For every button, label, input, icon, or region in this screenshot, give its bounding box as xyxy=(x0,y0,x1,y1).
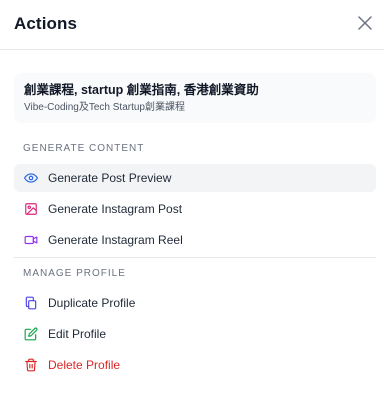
generate-instagram-reel-button[interactable]: Generate Instagram Reel xyxy=(14,226,376,254)
edit-icon xyxy=(24,327,38,341)
section-label-manage-profile: MANAGE PROFILE xyxy=(23,268,126,279)
eye-icon xyxy=(24,171,38,185)
generate-instagram-post-button[interactable]: Generate Instagram Post xyxy=(14,195,376,223)
duplicate-icon xyxy=(24,296,38,310)
edit-profile-label: Edit Profile xyxy=(48,327,107,341)
trash-icon xyxy=(24,358,38,372)
profile-card: 創業課程, startup 創業指南, 香港創業資助 Vibe-Coding及T… xyxy=(14,73,376,123)
profile-name: 創業課程, startup 創業指南, 香港創業資助 xyxy=(24,83,259,97)
edit-profile-button[interactable]: Edit Profile xyxy=(14,320,376,348)
close-icon xyxy=(358,16,372,30)
close-button[interactable] xyxy=(355,13,375,33)
section-divider xyxy=(14,257,376,258)
duplicate-profile-label: Duplicate Profile xyxy=(48,296,136,310)
generate-instagram-post-label: Generate Instagram Post xyxy=(48,202,183,216)
video-icon xyxy=(24,233,38,247)
profile-subtitle: Vibe-Coding及Tech Startup創業課程 xyxy=(24,102,185,113)
image-icon xyxy=(24,202,38,216)
generate-instagram-reel-label: Generate Instagram Reel xyxy=(48,233,183,247)
dialog-title: Actions xyxy=(14,14,78,33)
delete-profile-button[interactable]: Delete Profile xyxy=(14,351,376,379)
delete-profile-label: Delete Profile xyxy=(48,358,121,372)
generate-post-preview-button[interactable]: Generate Post Preview xyxy=(14,164,376,192)
section-label-generate-content: GENERATE CONTENT xyxy=(23,143,145,154)
dialog-header: Actions xyxy=(0,0,384,50)
generate-post-preview-label: Generate Post Preview xyxy=(48,171,172,185)
duplicate-profile-button[interactable]: Duplicate Profile xyxy=(14,289,376,317)
